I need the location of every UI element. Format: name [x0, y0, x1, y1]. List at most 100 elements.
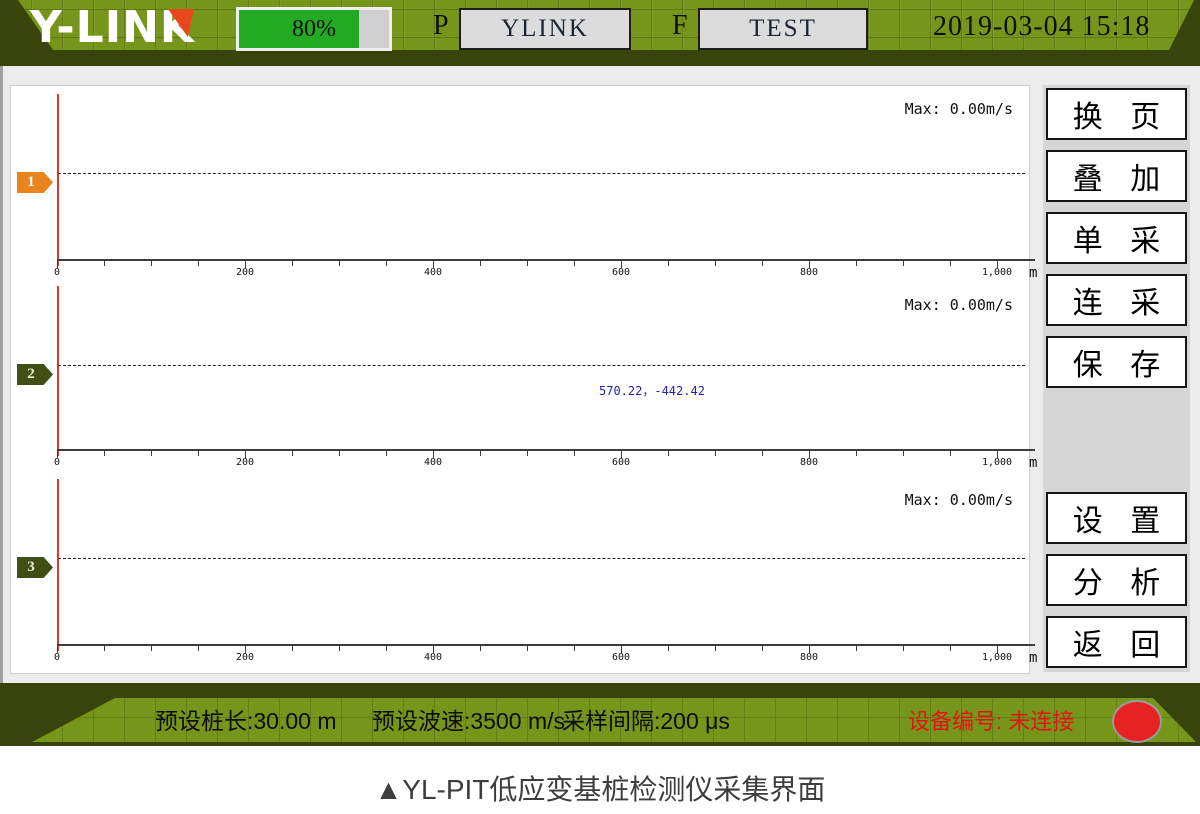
x-axis-tick	[292, 261, 293, 266]
x-axis-tick-label: 600	[611, 652, 631, 663]
x-axis-tick-label: 600	[611, 457, 631, 468]
x-axis-tick	[574, 451, 575, 456]
x-axis-tick-label: 800	[799, 457, 819, 468]
battery-indicator: 80%	[236, 7, 392, 51]
x-axis-tick	[762, 261, 763, 266]
x-axis-tick	[386, 451, 387, 456]
x-axis-tick	[668, 646, 669, 651]
channel-2-tag[interactable]: 2	[17, 364, 53, 385]
x-axis-tick	[950, 646, 951, 651]
preset-wave-speed-label: 预设波速:3500 m/s	[372, 708, 565, 734]
x-axis-tick	[950, 451, 951, 456]
button-overlay[interactable]: 叠 加	[1046, 150, 1187, 202]
instrument-screen: Y-LINK 80% P YLINK F TEST 2019-03-04 15:…	[0, 0, 1200, 814]
button-continuous-sample[interactable]: 连 采	[1046, 274, 1187, 326]
x-axis-tick	[292, 451, 293, 456]
x-axis-tick	[574, 261, 575, 266]
x-axis-tick	[480, 261, 481, 266]
project-field-label: P	[433, 10, 449, 41]
x-axis-tick-label: 0	[53, 652, 61, 663]
channel-2-max-velocity-label: Max: 0.00m/s	[904, 296, 1013, 314]
channel-3-tag[interactable]: 3	[17, 557, 53, 578]
x-axis-tick	[903, 646, 904, 651]
x-axis-tick-label: 400	[423, 267, 443, 278]
button-settings[interactable]: 设 置	[1046, 492, 1187, 544]
button-analysis[interactable]: 分 析	[1046, 554, 1187, 606]
project-name-box[interactable]: YLINK	[459, 8, 631, 50]
channel-3-x-axis	[57, 644, 1035, 646]
file-name-box[interactable]: TEST	[698, 8, 868, 50]
x-axis-tick	[527, 451, 528, 456]
battery-percent-label: 80%	[292, 16, 336, 42]
sample-interval-label: 采样间隔:200 μs	[562, 708, 730, 734]
x-axis-tick	[292, 646, 293, 651]
datetime-label: 2019-03-04 15:18	[933, 11, 1151, 42]
x-axis-tick-label: 400	[423, 652, 443, 663]
x-axis-tick	[762, 451, 763, 456]
ylink-logo: Y-LINK	[30, 2, 240, 54]
status-bar: 预设桩长:30.00 m 预设波速:3500 m/s 采样间隔:200 μs 设…	[0, 683, 1200, 746]
x-axis-tick	[715, 261, 716, 266]
channel-1-max-velocity-label: Max: 0.00m/s	[904, 100, 1013, 118]
x-axis-tick	[950, 261, 951, 266]
x-axis-tick	[715, 646, 716, 651]
button-single-sample[interactable]: 单 采	[1046, 212, 1187, 264]
channel-3-cursor-line	[57, 479, 59, 651]
x-axis-tick	[480, 646, 481, 651]
preset-pile-length-label: 预设桩长:30.00 m	[155, 708, 337, 734]
channel-3-max-velocity-label: Max: 0.00m/s	[904, 491, 1013, 509]
x-axis-tick	[903, 261, 904, 266]
x-axis-tick	[339, 451, 340, 456]
button-save[interactable]: 保 存	[1046, 336, 1187, 388]
figure-caption: ▲YL-PIT低应变基桩检测仪采集界面	[374, 774, 826, 805]
x-axis-tick-label: 800	[799, 652, 819, 663]
x-axis-tick-label: 600	[611, 267, 631, 278]
x-axis-tick-label: 200	[235, 267, 255, 278]
waveform-plot-panel: Max: 0.00m/s 1 0 200 400 600 800 1,000 Max: 0.00…	[10, 85, 1035, 674]
x-axis-tick	[527, 646, 528, 651]
main-area: Max: 0.00m/s 1 0 200 400 600 800 1,000 Max: 0.00…	[0, 66, 1200, 683]
x-axis-tick-label: 200	[235, 652, 255, 663]
button-back[interactable]: 返 回	[1046, 616, 1187, 668]
left-edge-divider	[0, 66, 3, 683]
x-axis-tick-label: 800	[799, 267, 819, 278]
channel-2-x-axis	[57, 449, 1035, 451]
connection-status-lamp-icon	[1112, 700, 1162, 743]
channel-3-zero-baseline	[58, 558, 1025, 559]
top-bar: Y-LINK 80% P YLINK F TEST 2019-03-04 15:…	[0, 0, 1200, 66]
x-axis-tick	[762, 646, 763, 651]
x-axis-tick	[151, 261, 152, 266]
x-axis-tick-label: 0	[53, 267, 61, 278]
x-axis-tick-label: 1,000	[981, 457, 1013, 468]
channel-2-cursor-line	[57, 286, 59, 456]
x-axis-tick	[480, 451, 481, 456]
x-axis-tick-label: 0	[53, 457, 61, 468]
x-axis-tick	[151, 646, 152, 651]
x-axis-tick-label: 400	[423, 457, 443, 468]
file-field-label: F	[672, 10, 688, 41]
button-page-switch[interactable]: 换 页	[1046, 88, 1187, 140]
x-axis-tick	[668, 261, 669, 266]
x-axis-tick	[715, 451, 716, 456]
x-axis-tick-label: 200	[235, 457, 255, 468]
x-axis-tick	[856, 646, 857, 651]
x-axis-tick	[339, 646, 340, 651]
x-axis-tick-label: 1,000	[981, 267, 1013, 278]
cursor-coordinates-readout: 570.22，-442.42	[599, 384, 705, 398]
x-axis-tick	[198, 451, 199, 456]
x-axis-tick	[903, 451, 904, 456]
x-axis-unit-label: m	[1029, 455, 1038, 471]
channel-1-cursor-line	[57, 94, 59, 266]
x-axis-tick	[104, 451, 105, 456]
x-axis-tick	[386, 261, 387, 266]
channel-1-tag[interactable]: 1	[17, 172, 53, 193]
x-axis-unit-label: m	[1029, 650, 1038, 666]
x-axis-tick	[151, 451, 152, 456]
x-axis-tick	[198, 646, 199, 651]
device-id-status-label: 设备编号: 未连接	[908, 709, 1075, 734]
x-axis-tick	[527, 261, 528, 266]
x-axis-tick	[198, 261, 199, 266]
channel-2-zero-baseline	[58, 365, 1025, 366]
x-axis-tick-label: 1,000	[981, 652, 1013, 663]
x-axis-tick	[856, 451, 857, 456]
